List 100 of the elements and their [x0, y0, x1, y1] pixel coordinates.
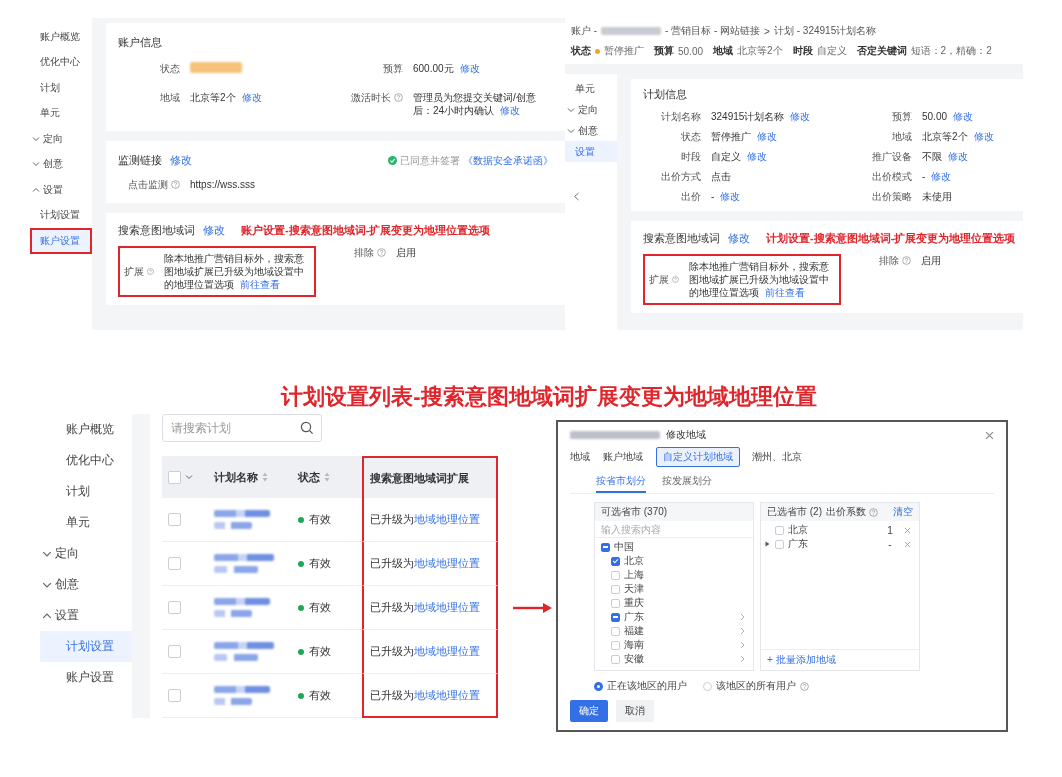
tree-item[interactable]: 福建 [624, 624, 644, 638]
sidebar-item[interactable]: 设置 [565, 141, 617, 162]
scope-option[interactable]: 自定义计划地域 [656, 447, 740, 467]
chevron-down-icon [567, 126, 575, 135]
edit-link[interactable]: 修改 [948, 151, 968, 162]
confirm-button[interactable]: 确定 [570, 700, 608, 722]
field-value: 未使用 [922, 190, 952, 203]
region-link[interactable]: 地域地理位置 [414, 601, 480, 613]
sidebar-item[interactable]: 创意 [565, 120, 617, 141]
sidebar-label: 单元 [66, 514, 90, 531]
region-link[interactable]: 地域地理位置 [414, 513, 480, 525]
sidebar-item[interactable]: 单元 [565, 78, 617, 99]
region-link[interactable]: 地域地理位置 [414, 645, 480, 657]
sidebar-label: 计划设置 [40, 208, 80, 223]
sidebar-item[interactable]: 账户设置 [40, 662, 132, 693]
tree-item[interactable]: 北京 [624, 554, 644, 568]
coefficient-value: 1 [886, 524, 894, 536]
sidebar-item[interactable]: 优化中心 [40, 445, 132, 476]
sidebar-item[interactable]: 计划 [30, 75, 92, 101]
sidebar-item[interactable]: 账户概览 [30, 24, 92, 50]
edit-link[interactable]: 修改 [170, 153, 192, 168]
edit-link[interactable]: 前往查看 [765, 287, 805, 298]
tree-item[interactable]: 中国 [614, 540, 634, 554]
tab[interactable]: 按省市划分 [596, 472, 646, 493]
cancel-button[interactable]: 取消 [616, 700, 654, 722]
checkbox[interactable] [611, 556, 620, 566]
sidebar-item[interactable]: 创意 [30, 151, 92, 177]
caret-icon[interactable] [765, 541, 770, 547]
sidebar-item[interactable]: 计划设置 [40, 631, 132, 662]
sidebar-item[interactable]: 定向 [30, 126, 92, 152]
sidebar-item[interactable]: 定向 [40, 538, 132, 569]
sidebar-label: 定向 [55, 545, 79, 562]
search-icon[interactable] [300, 421, 314, 435]
sidebar-label: 账户概览 [40, 29, 80, 44]
upgrade-note: 已升级为地域地理位置 [370, 644, 480, 659]
checkbox[interactable] [601, 542, 610, 552]
tree-item[interactable]: 广东 [624, 610, 644, 624]
edit-link[interactable]: 修改 [459, 63, 480, 74]
edit-link[interactable]: 修改 [203, 223, 225, 238]
blurred-text [214, 698, 252, 705]
blurred-text [214, 554, 274, 561]
tree-item[interactable]: 安徽 [624, 652, 644, 666]
edit-link[interactable]: 修改 [953, 111, 974, 122]
edit-link[interactable]: 前往查看 [240, 279, 280, 290]
panel-title: 已选省市 (2) [767, 505, 822, 519]
edit-link[interactable]: 修改 [720, 191, 741, 202]
checkbox[interactable] [611, 612, 620, 622]
breadcrumb-item[interactable]: 账户 - [571, 24, 598, 38]
breadcrumb-item[interactable]: 计划 - 324915计划名称 [773, 24, 877, 38]
region-link[interactable]: 地域地理位置 [414, 688, 480, 701]
status-text: 有效 [309, 688, 331, 703]
sidebar-item[interactable]: 账户概览 [40, 414, 132, 445]
sidebar-item[interactable]: 计划 [40, 476, 132, 507]
tree-item[interactable]: 天津 [624, 582, 644, 596]
collapse-icon[interactable] [573, 192, 580, 201]
breadcrumb-separator: > [764, 25, 770, 37]
breadcrumb-item[interactable]: - 营销目标 - 网站链接 [665, 24, 761, 38]
edit-link[interactable]: 修改 [973, 131, 994, 142]
search-field[interactable]: 输入搜索内容 [595, 521, 753, 538]
field-label: 扩展 [124, 265, 144, 278]
clear-link[interactable]: 清空 [893, 505, 913, 519]
region-link[interactable]: 地域地理位置 [414, 557, 480, 569]
remove-icon[interactable] [904, 526, 911, 534]
sort-icon[interactable] [324, 472, 330, 482]
edit-link[interactable]: 修改 [241, 92, 262, 103]
sidebar-item[interactable]: 计划设置 [30, 202, 92, 228]
edit-link[interactable]: 修改 [790, 111, 811, 122]
field-label: 地域 [570, 450, 590, 464]
sidebar-item[interactable]: 定向 [565, 99, 617, 120]
sort-icon[interactable] [262, 472, 268, 482]
add-link[interactable]: + 批量添加地域 [767, 654, 836, 665]
edit-link[interactable]: 修改 [500, 105, 521, 116]
field-label: 状态 [681, 130, 701, 143]
edit-link[interactable]: 修改 [747, 151, 767, 162]
sidebar-item[interactable]: 优化中心 [30, 49, 92, 75]
tree-item[interactable]: 海南 [624, 638, 644, 652]
tree-item[interactable]: 重庆 [624, 596, 644, 610]
edit-link[interactable]: 修改 [728, 231, 750, 246]
sidebar-item[interactable]: 账户设置 [30, 228, 92, 254]
edit-link[interactable]: 修改 [931, 171, 952, 182]
chevron-down-icon [185, 473, 193, 481]
search-field[interactable]: 请搜索计划 [162, 414, 322, 442]
agreement-link[interactable]: 《数据安全承诺函》 [463, 153, 553, 168]
blurred-text [214, 654, 258, 661]
column-title: 计划名称 [214, 469, 258, 485]
edit-link[interactable]: 修改 [757, 131, 777, 142]
sidebar-item[interactable]: 单元 [30, 100, 92, 126]
radio-button[interactable] [594, 681, 603, 691]
remove-icon[interactable] [904, 540, 911, 548]
sidebar-item[interactable]: 创意 [40, 569, 132, 600]
sidebar-item[interactable]: 单元 [40, 507, 132, 538]
sidebar-item[interactable]: 设置 [30, 177, 92, 203]
field-label: 计划名称 [661, 110, 701, 123]
sidebar-label: 设置 [43, 182, 63, 197]
close-icon[interactable] [985, 430, 994, 440]
status-text: 有效 [309, 556, 331, 571]
tab[interactable]: 按发展划分 [662, 472, 712, 493]
tree-item[interactable]: 上海 [624, 568, 644, 582]
sidebar-item[interactable]: 设置 [40, 600, 132, 631]
field-value: 启用 [921, 254, 941, 267]
